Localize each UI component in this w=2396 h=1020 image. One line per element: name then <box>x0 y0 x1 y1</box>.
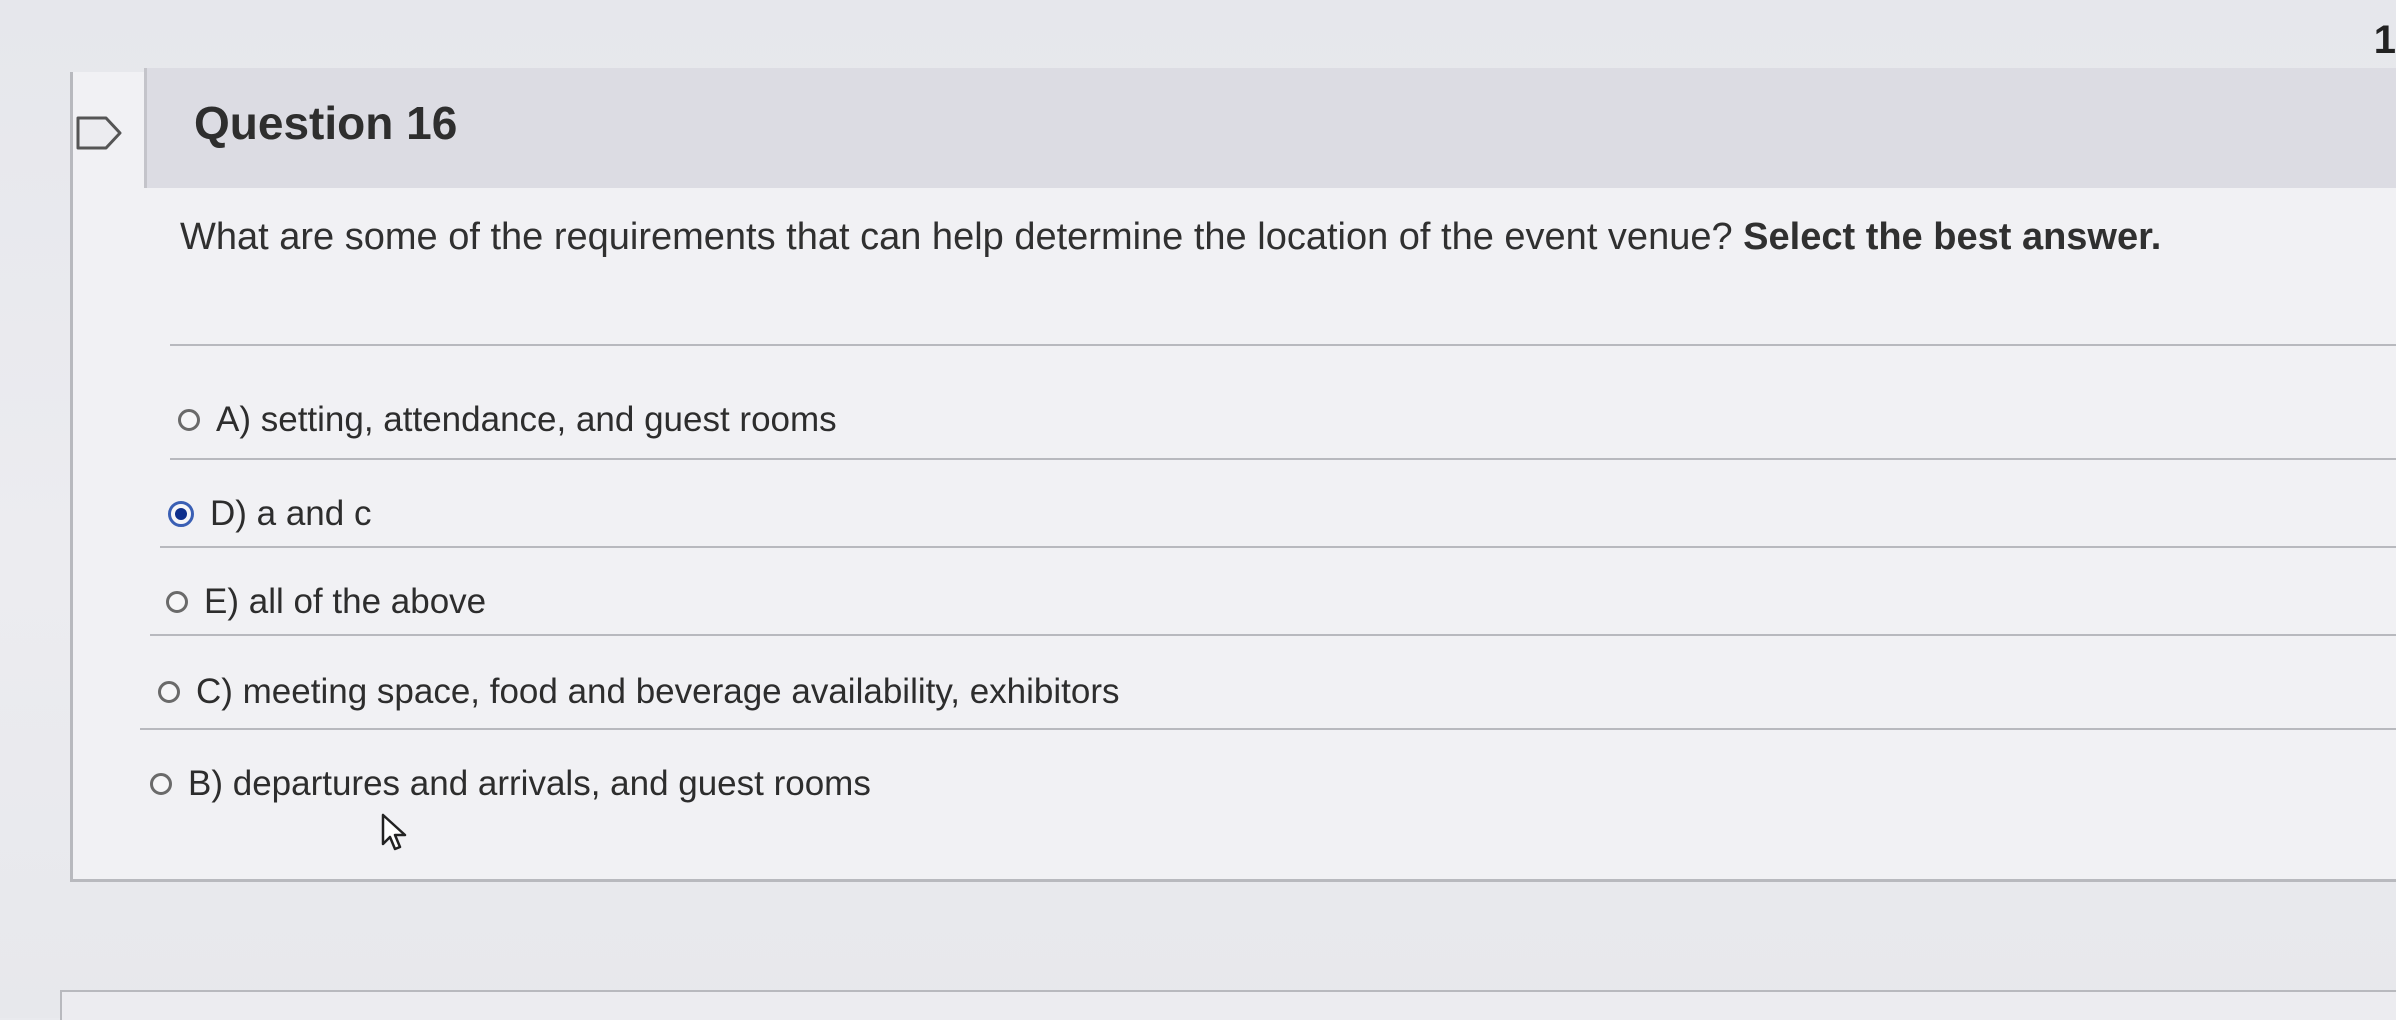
answer-option-e[interactable]: E) all of the above <box>166 582 486 622</box>
radio-button-selected[interactable] <box>168 501 194 527</box>
mouse-pointer-icon <box>381 813 407 851</box>
next-question-card <box>60 990 2396 1020</box>
answer-option-d[interactable]: D) a and c <box>168 494 371 534</box>
question-header <box>144 68 2396 188</box>
radio-button[interactable] <box>166 591 188 613</box>
answer-label: C) meeting space, food and beverage avai… <box>196 672 1120 711</box>
radio-button[interactable] <box>178 409 200 431</box>
answer-option-b[interactable]: B) departures and arrivals, and guest ro… <box>150 764 871 804</box>
answer-label: E) all of the above <box>204 582 487 621</box>
divider <box>140 728 2396 730</box>
question-instruction: Select the best answer. <box>1743 216 2162 258</box>
radio-button[interactable] <box>150 773 172 795</box>
answer-label: B) departures and arrivals, and guest ro… <box>188 764 871 803</box>
answer-option-a[interactable]: A) setting, attendance, and guest rooms <box>178 400 837 440</box>
question-text: What are some of the requirements that c… <box>180 216 1744 258</box>
divider <box>170 458 2396 460</box>
question-title: Question 16 <box>194 97 458 149</box>
divider <box>160 546 2396 548</box>
radio-button[interactable] <box>158 681 180 703</box>
page-number: 1 <box>2373 18 2396 62</box>
answer-option-c[interactable]: C) meeting space, food and beverage avai… <box>158 672 1119 712</box>
question-card <box>70 72 2396 882</box>
answer-label: D) a and c <box>210 494 372 533</box>
divider <box>170 344 2396 346</box>
flag-icon[interactable] <box>74 114 124 152</box>
question-prompt: What are some of the requirements that c… <box>180 216 2161 259</box>
divider <box>150 634 2396 636</box>
answer-label: A) setting, attendance, and guest rooms <box>216 400 837 439</box>
